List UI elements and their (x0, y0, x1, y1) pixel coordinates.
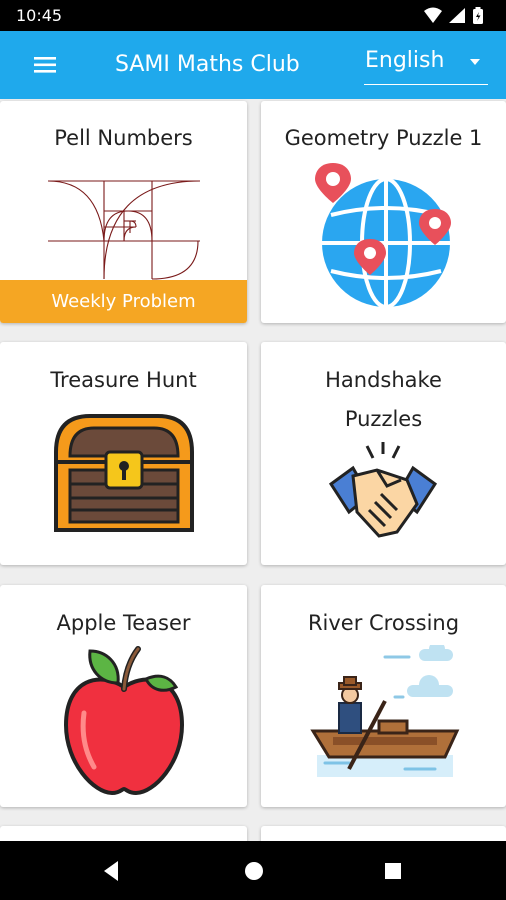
card-title: Handshake (325, 368, 442, 392)
app-title: SAMI Maths Club (115, 52, 300, 77)
battery-icon (473, 7, 483, 24)
language-value: English (365, 48, 445, 73)
app-bar: SAMI Maths Club English (0, 31, 506, 99)
status-bar: 10:45 (0, 0, 506, 31)
card-handshake-puzzles[interactable]: Handshake Puzzles (261, 342, 506, 565)
card-treasure-hunt[interactable]: Treasure Hunt (0, 342, 247, 565)
status-time: 10:45 (16, 6, 63, 25)
puzzle-grid: Pell Numbers Weekly Problem Geometry Puz… (0, 99, 506, 841)
weekly-problem-banner: Weekly Problem (0, 280, 247, 323)
wifi-icon (424, 7, 442, 23)
golden-spiral-icon (48, 180, 200, 280)
card-title: Pell Numbers (54, 126, 193, 150)
language-select[interactable]: English (364, 45, 488, 85)
card-partial-right[interactable] (261, 826, 506, 841)
card-title: Apple Teaser (56, 611, 191, 635)
card-title: Treasure Hunt (50, 368, 197, 392)
apple-icon (63, 646, 185, 796)
card-title-line-2: Puzzles (344, 407, 423, 431)
card-apple-teaser[interactable]: Apple Teaser (0, 585, 247, 807)
system-nav-bar (0, 841, 506, 900)
card-pell-numbers[interactable]: Pell Numbers Weekly Problem (0, 101, 247, 323)
handshake-icon (328, 442, 438, 538)
home-icon[interactable] (238, 855, 270, 887)
recents-icon[interactable] (377, 855, 409, 887)
card-partial-left[interactable] (0, 826, 247, 841)
back-icon[interactable] (96, 855, 128, 887)
card-title: River Crossing (307, 611, 460, 635)
dropdown-arrow-icon (470, 59, 480, 65)
globe-pins-icon (315, 163, 451, 309)
signal-icon (449, 8, 465, 23)
treasure-chest-icon (54, 414, 194, 532)
status-icons (422, 6, 492, 26)
hamburger-menu-icon[interactable] (28, 51, 64, 79)
card-river-crossing[interactable]: River Crossing (261, 585, 506, 807)
card-title: Geometry Puzzle 1 (284, 126, 483, 150)
card-geometry-puzzle-1[interactable]: Geometry Puzzle 1 (261, 101, 506, 323)
boat-icon (310, 645, 460, 777)
